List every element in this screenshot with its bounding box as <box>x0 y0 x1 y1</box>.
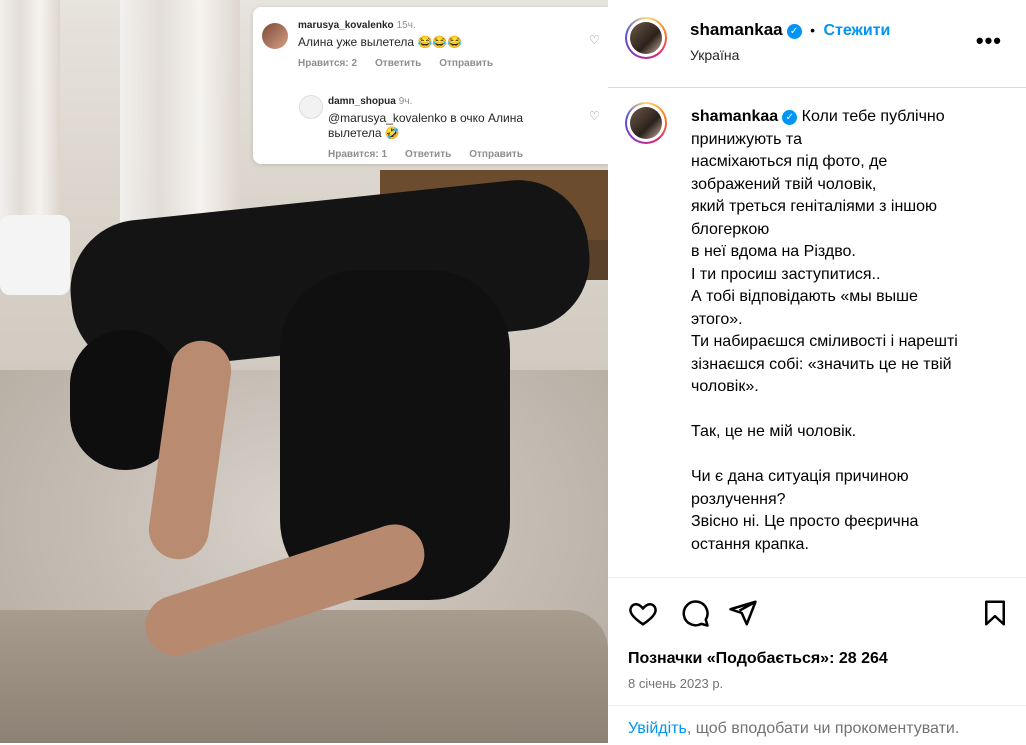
caption-line: який треться геніталіями з іншою <box>691 198 938 215</box>
login-text-wrap: Увійдіть, щоб вподобати чи прокоментуват… <box>628 720 959 738</box>
reply-username: damn_shopua <box>328 96 396 107</box>
post-header: shamankaa ✓ • Стежити Україна ••• <box>608 0 1026 88</box>
follow-button[interactable]: Стежити <box>823 22 890 39</box>
post-date[interactable]: 8 січень 2023 р. <box>628 676 723 691</box>
profile-username[interactable]: shamankaa <box>690 20 783 39</box>
reply-avatar <box>299 95 323 119</box>
separator: • <box>810 22 815 38</box>
caption-line: Чи є дана ситуація причиною <box>691 468 909 485</box>
caption-line: І ти просиш заступитися.. <box>691 265 881 283</box>
caption-line: shamankaa ✓ Коли тебе публічно <box>691 106 1006 129</box>
caption-line: принижують та <box>691 130 802 148</box>
heart-icon: ♡ <box>589 109 600 123</box>
reply-actions: Нравится: 1 Ответить Отправить <box>328 149 541 160</box>
caption-avatar[interactable] <box>625 102 667 144</box>
comment-overlay: marusya_kovalenko 15ч. Алина уже вылетела… <box>253 7 608 164</box>
reply-send: Отправить <box>469 149 523 160</box>
comment-item: marusya_kovalenko 15ч. Алина уже вылетела… <box>298 19 511 69</box>
comment-username: marusya_kovalenko <box>298 20 394 31</box>
caption-line: зображений твій чоловік, <box>691 175 877 193</box>
verified-icon: ✓ <box>786 24 802 39</box>
bookmark-icon[interactable] <box>980 598 1010 628</box>
caption-line: розлучення? <box>691 490 786 508</box>
likes-count[interactable]: Позначки «Подобається»: 28 264 <box>628 650 888 668</box>
caption-line: этого». <box>691 310 743 328</box>
caption-line: остання крапка. <box>691 535 809 553</box>
comment-actions: Нравится: 2 Ответить Отправить <box>298 58 511 69</box>
caption-blank <box>691 399 1006 422</box>
reply-text-line2: вылетела 🤣 <box>328 126 400 140</box>
caption-username[interactable]: shamankaa <box>691 108 778 125</box>
caption-text: Коли тебе публічно <box>801 108 945 125</box>
reply-likes: Нравится: 1 <box>328 149 388 160</box>
post-caption: shamankaa ✓ Коли тебе публічно принижують… <box>691 106 1006 556</box>
login-link[interactable]: Увійдіть <box>628 720 687 737</box>
comment-icon[interactable] <box>680 598 710 628</box>
commenter-avatar <box>262 23 288 49</box>
sofa <box>0 610 608 743</box>
caption-line: Ти набираєшся сміливості і нарешті <box>691 333 958 350</box>
heart-icon: ♡ <box>589 33 600 47</box>
post-actions: Позначки «Подобається»: 28 264 8 січень … <box>608 577 1026 738</box>
heart-icon[interactable] <box>628 598 658 628</box>
reply-text-line1: @marusya_kovalenko в очко Алина <box>328 111 524 125</box>
caption-line: в неї вдома на Різдво. <box>691 243 856 260</box>
caption-line: А тобі відповідають «мы выше <box>691 288 918 305</box>
caption-line: чоловік». <box>691 378 759 395</box>
caption-line: Звісно ні. Це просто феєрична <box>691 513 919 530</box>
caption-line: Так, це не мій чоловік. <box>691 423 857 440</box>
comment-reply: Ответить <box>375 58 422 69</box>
person-sock <box>0 215 70 295</box>
header-user-row: shamankaa ✓ • Стежити <box>690 20 890 40</box>
comment-time: 15ч. <box>396 20 416 31</box>
reply-time: 9ч. <box>398 96 413 107</box>
verified-icon: ✓ <box>782 110 798 125</box>
login-prompt: Увійдіть, щоб вподобати чи прокоментуват… <box>608 705 1026 745</box>
caption-line: зізнаєшся собі: «значить це не твій <box>691 355 952 373</box>
post-panel: shamankaa ✓ • Стежити Україна ••• shamank… <box>608 0 1026 743</box>
comment-likes: Нравится: 2 <box>298 58 358 69</box>
caption-line: насміхаються під фото, де <box>691 153 888 170</box>
share-icon[interactable] <box>728 598 758 628</box>
comment-text: Алина уже вылетела 😂😂😂 <box>298 35 463 49</box>
profile-avatar[interactable] <box>625 17 667 59</box>
reply-reply: Ответить <box>405 149 452 160</box>
more-icon[interactable]: ••• <box>976 28 1002 54</box>
reply-item: damn_shopua 9ч. @marusya_kovalenko в очко… <box>328 95 541 160</box>
caption-blank <box>691 444 1006 467</box>
caption-line: блогеркою <box>691 220 770 238</box>
login-text: , щоб вподобати чи прокоментувати. <box>686 720 960 737</box>
comment-send: Отправить <box>439 58 493 69</box>
post-media[interactable]: marusya_kovalenko 15ч. Алина уже вылетела… <box>0 0 608 743</box>
location-link[interactable]: Україна <box>690 47 739 63</box>
